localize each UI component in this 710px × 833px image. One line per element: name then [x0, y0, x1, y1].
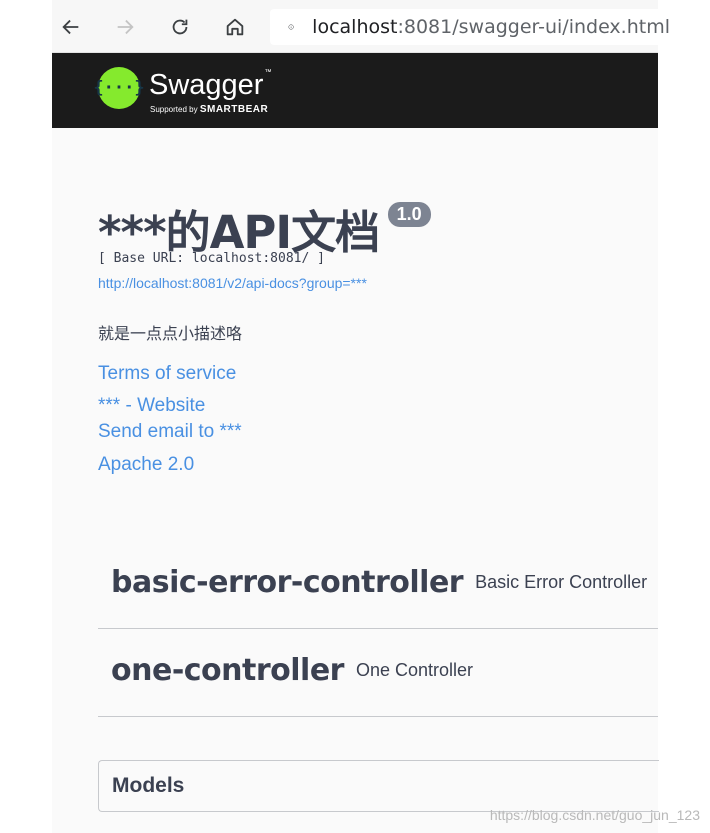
- tag-one-controller[interactable]: one-controller One Controller: [98, 624, 658, 717]
- api-docs-link[interactable]: http://localhost:8081/v2/api-docs?group=…: [98, 275, 367, 291]
- tag-basic-error-controller[interactable]: basic-error-controller Basic Error Contr…: [98, 536, 658, 629]
- tag-description: Basic Error Controller: [475, 571, 648, 592]
- watermark: https://blog.csdn.net/guo_jun_123: [489, 807, 700, 823]
- base-url: [ Base URL: localhost:8081/ ]: [98, 251, 325, 266]
- tag-description: One Controller: [355, 659, 474, 680]
- browser-toolbar: localhost:8081/swagger-ui/index.html: [52, 0, 670, 53]
- models-section[interactable]: Models: [98, 760, 659, 812]
- reload-icon: [172, 19, 188, 35]
- api-description: 就是一点点小描述咯: [98, 324, 243, 343]
- version-badge: 1.0: [387, 202, 431, 227]
- url-text[interactable]: localhost:8081/swagger-ui/index.html: [312, 16, 670, 38]
- supported-by-text: Supported by SMARTBEAR: [150, 104, 269, 115]
- license-link[interactable]: Apache 2.0: [98, 454, 194, 476]
- forward-button[interactable]: [110, 12, 140, 42]
- reload-button[interactable]: [165, 12, 195, 42]
- arrow-right-icon: [117, 19, 134, 35]
- info-icon[interactable]: [288, 17, 294, 37]
- email-link[interactable]: Send email to ***: [98, 421, 242, 443]
- address-bar[interactable]: localhost:8081/swagger-ui/index.html: [270, 9, 670, 45]
- swagger-topbar: {···} Swagger™ Supported by SMARTBEAR: [52, 53, 658, 128]
- swagger-logo-icon[interactable]: {···}: [93, 67, 145, 109]
- home-icon: [226, 18, 244, 36]
- website-link[interactable]: *** - Website: [98, 395, 205, 417]
- home-button[interactable]: [220, 12, 250, 42]
- swagger-brand[interactable]: Swagger™: [149, 69, 271, 102]
- models-title: Models: [112, 774, 185, 797]
- tag-name: one-controller: [111, 652, 344, 688]
- swagger-content: ***的API文档 1.0 [ Base URL: localhost:8081…: [52, 128, 659, 833]
- terms-of-service-link[interactable]: Terms of service: [98, 363, 236, 385]
- back-button[interactable]: [56, 12, 86, 42]
- arrow-left-icon: [62, 19, 79, 35]
- tag-name: basic-error-controller: [111, 564, 464, 600]
